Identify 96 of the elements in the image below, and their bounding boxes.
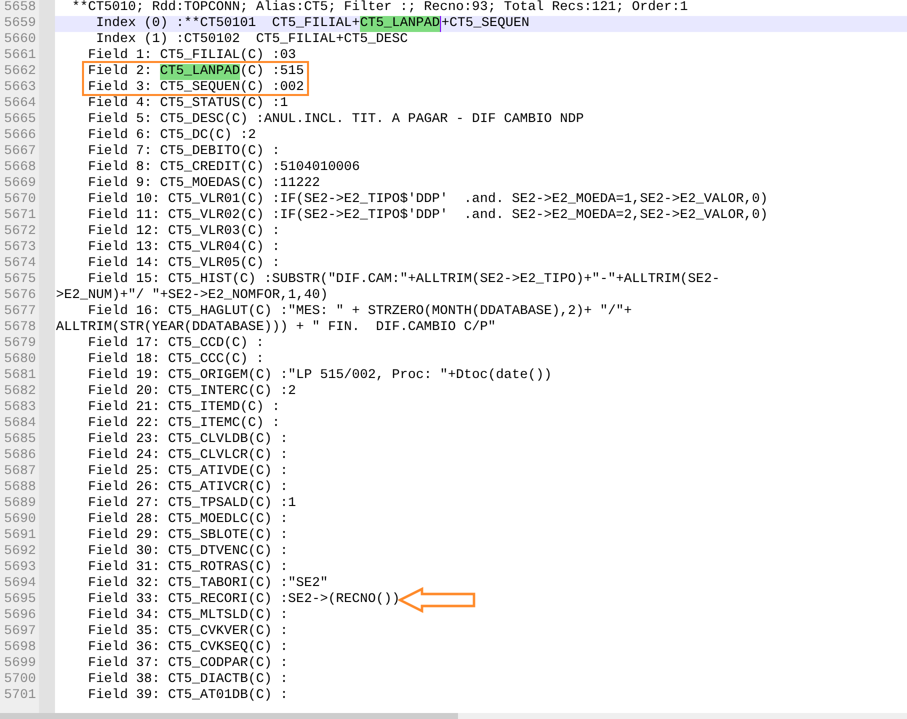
code-text: Field 16: CT5_HAGLUT(C) :"MES: " + STRZERO(MONTH(DDATABASE),2)+ "/"+ [86,304,632,320]
code-text: Field 35: CT5_CVKVER(C) : [86,624,288,640]
line-number: 5678 [3,320,36,336]
line-number: 5698 [3,640,36,656]
text-caret [440,16,442,32]
line-number: 5661 [3,48,36,64]
line-number: 5669 [3,176,36,192]
code-text: Field 6: CT5_DC(C) :2 [86,128,256,144]
code-text: Field 27: CT5_TPSALD(C) :1 [86,496,296,512]
code-text: **CT5010; Rdd:TOPCONN; Alias:CT5; Filter :; Recno:93; Total Recs:121; Order:1 [70,0,688,16]
code-text: Index (1) :CT50102 CT5_FILIAL+CT5_DESC [94,32,408,48]
line-number: 5688 [3,480,36,496]
code-text: Field 11: CT5_VLR02(C) :IF(SE2->E2_TIPO$'DDP' .and. SE2->E2_MOEDA=2,SE2->E2_VALOR,0) [86,208,768,224]
line-number: 5699 [3,656,36,672]
code-text: Field 5: CT5_DESC(C) :ANUL.INCL. TIT. A PAGAR - DIF CAMBIO NDP [86,112,584,128]
code-text: Field 3: CT5_SEQUEN(C) :002 [86,80,304,96]
line-number: 5695 [3,592,36,608]
line-number: 5677 [3,304,36,320]
code-text: Field 39: CT5_AT01DB(C) : [86,688,288,704]
code-text: Field 29: CT5_SBLOTE(C) : [86,528,288,544]
code-text: Field 9: CT5_MOEDAS(C) :11222 [86,176,320,192]
code-text: ALLTRIM(STR(YEAR(DDATABASE))) + " FIN. DIF.CAMBIO C/P" [56,320,496,336]
search-highlight: CT5_LANPAD [160,64,240,80]
code-text: Field 10: CT5_VLR01(C) :IF(SE2->E2_TIPO$'DDP' .and. SE2->E2_MOEDA=1,SE2->E2_VALOR,0) [86,192,768,208]
code-text: Field 23: CT5_CLVLDB(C) : [86,432,288,448]
line-number: 5673 [3,240,36,256]
code-text: Field 33: CT5_RECORI(C) :SE2->(RECNO()) [86,592,400,608]
line-number: 5663 [3,80,36,96]
code-text: Field 1: CT5_FILIAL(C) :03 [86,48,296,64]
code-text: Index (0) :**CT50101 CT5_FILIAL+ [94,16,360,32]
code-text: Field 18: CT5_CCC(C) : [86,352,264,368]
line-number: 5683 [3,400,36,416]
code-text: Field 34: CT5_MLTSLD(C) : [86,608,288,624]
line-number: 5675 [3,272,36,288]
code-text: Field 19: CT5_ORIGEM(C) :"LP 515/002, Proc: "+Dtoc(date()) [86,368,552,384]
code-text: Field 7: CT5_DEBITO(C) : [86,144,280,160]
code-text: >E2_NUM)+"/ "+SE2->E2_NOMFOR,1,40) [56,288,328,304]
line-number: 5665 [3,112,36,128]
line-number: 5687 [3,464,36,480]
line-number: 5693 [3,560,36,576]
code-text: Field 38: CT5_DIACTB(C) : [86,672,288,688]
line-number: 5682 [3,384,36,400]
code-text: Field 22: CT5_ITEMC(C) : [86,416,280,432]
code-text: Field 36: CT5_CVKSEQ(C) : [86,640,288,656]
arrow-icon [398,587,476,613]
code-text: Field 12: CT5_VLR03(C) : [86,224,280,240]
line-number: 5684 [3,416,36,432]
scrollbar-thumb[interactable] [0,713,458,719]
line-number: 5672 [3,224,36,240]
search-highlight: CT5_LANPAD [360,16,440,32]
line-number: 5685 [3,432,36,448]
code-text: Field 13: CT5_VLR04(C) : [86,240,280,256]
line-number: 5658 [3,0,36,16]
code-text: Field 28: CT5_MOEDLC(C) : [86,512,288,528]
line-number: 5686 [3,448,36,464]
line-number: 5696 [3,608,36,624]
line-number: 5680 [3,352,36,368]
horizontal-scrollbar[interactable] [0,713,907,719]
code-text: Field 26: CT5_ATIVCR(C) : [86,480,288,496]
code-text: Field 24: CT5_CLVLCR(C) : [86,448,288,464]
line-number: 5700 [3,672,36,688]
line-number: 5659 [3,16,36,32]
code-text: Field 37: CT5_CODPAR(C) : [86,656,288,672]
code-text: Field 20: CT5_INTERC(C) :2 [86,384,296,400]
code-text: Field 30: CT5_DTVENC(C) : [86,544,288,560]
line-number: 5667 [3,144,36,160]
line-number: 5670 [3,192,36,208]
line-number: 5664 [3,96,36,112]
code-text: Field 2: [86,64,153,80]
line-number: 5671 [3,208,36,224]
code-text: Field 15: CT5_HIST(C) :SUBSTR("DIF.CAM:"+ALLTRIM(SE2->E2_TIPO)+"-"+ALLTRIM(SE2- [86,272,720,288]
line-number: 5666 [3,128,36,144]
line-number: 5674 [3,256,36,272]
code-text: Field 21: CT5_ITEMD(C) : [86,400,280,416]
line-number: 5694 [3,576,36,592]
code-text: Field 14: CT5_VLR05(C) : [86,256,280,272]
line-number: 5691 [3,528,36,544]
line-number: 5668 [3,160,36,176]
line-number: 5689 [3,496,36,512]
line-number: 5701 [3,688,36,704]
line-number: 5660 [3,32,36,48]
line-number: 5679 [3,336,36,352]
line-number: 5692 [3,544,36,560]
code-text: Field 25: CT5_ATIVDE(C) : [86,464,288,480]
code-text: Field 32: CT5_TABORI(C) :"SE2" [86,576,328,592]
code-text: Field 17: CT5_CCD(C) : [86,336,264,352]
line-number: 5662 [3,64,36,80]
line-number: 5697 [3,624,36,640]
line-number: 5676 [3,288,36,304]
code-text: +CT5_SEQUEN [441,16,530,32]
code-text: (C) :515 [240,64,304,80]
line-number: 5690 [3,512,36,528]
code-text: Field 4: CT5_STATUS(C) :1 [86,96,288,112]
code-text: Field 31: CT5_ROTRAS(C) : [86,560,288,576]
line-number: 5681 [3,368,36,384]
code-text: Field 8: CT5_CREDIT(C) :5104010006 [86,160,360,176]
